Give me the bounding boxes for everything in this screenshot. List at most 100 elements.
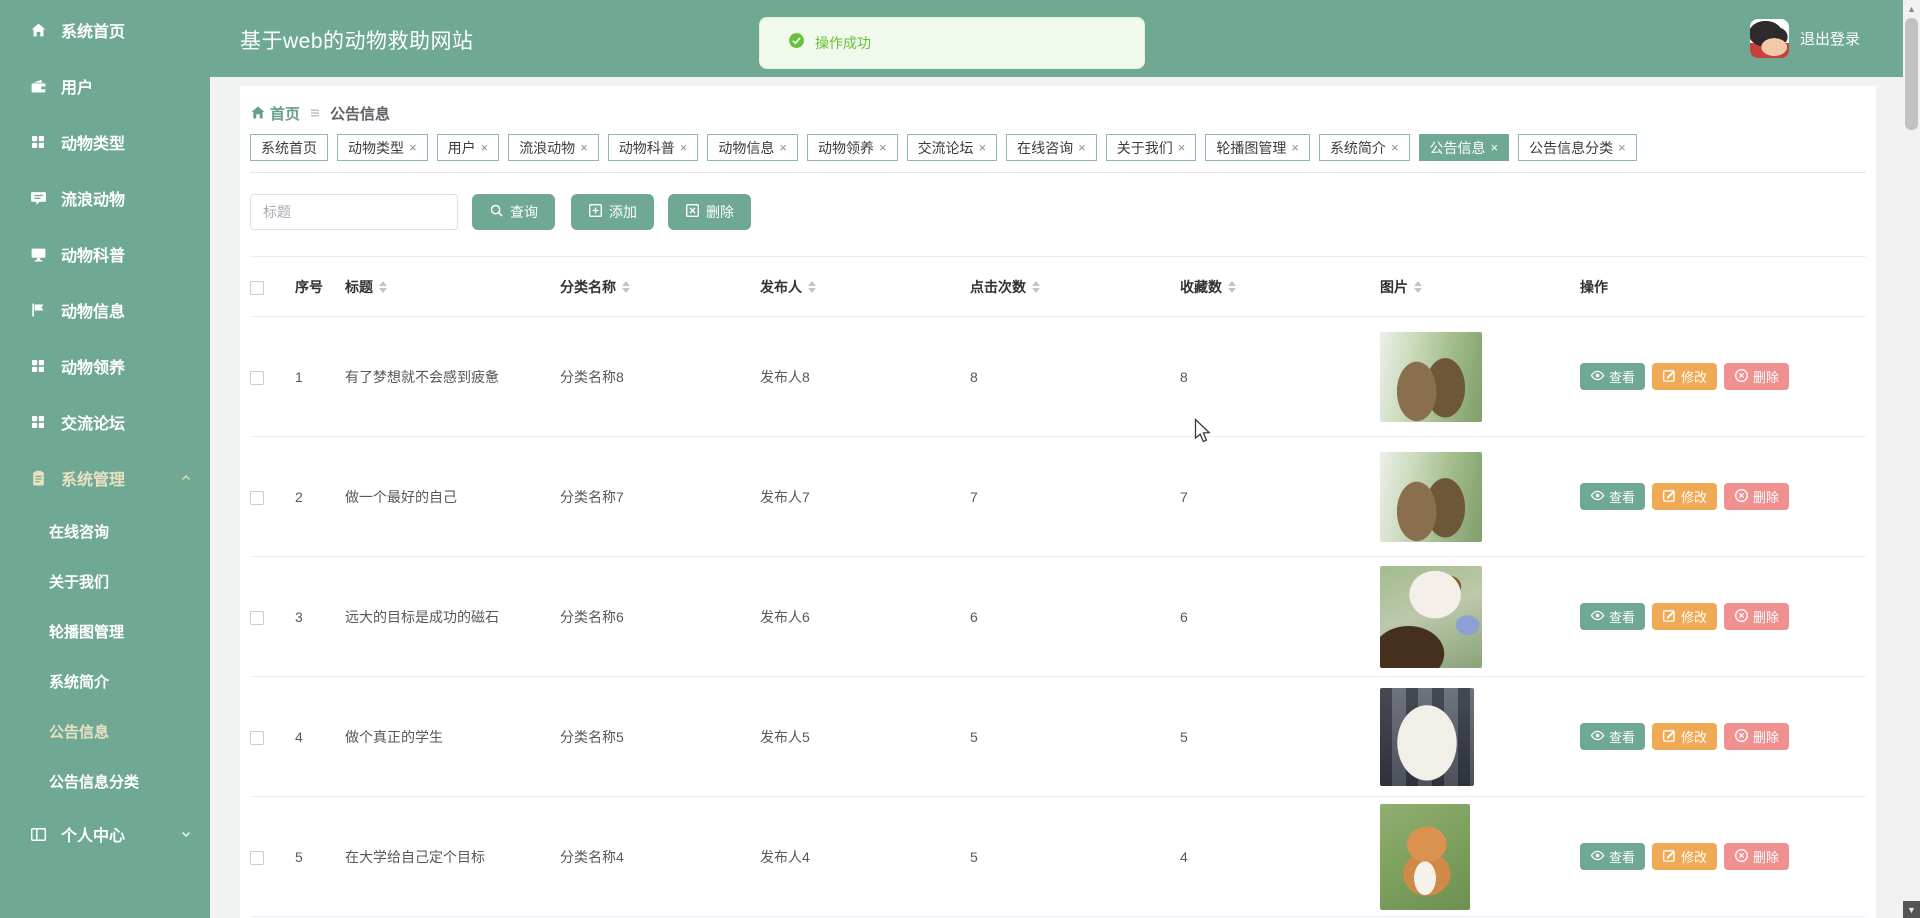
row-checkbox[interactable] [250,731,264,745]
column-header-label: 点击次数 [970,277,1026,297]
tab-notice-info[interactable]: 公告信息× [1419,134,1510,161]
sidebar-item-home[interactable]: 系统首页 [0,2,210,58]
sort-carets-icon[interactable] [379,281,387,293]
row-delete-button[interactable]: 删除 [1724,723,1789,750]
sidebar-item-animal-type[interactable]: 动物类型 [0,114,210,170]
sidebar-item-label: 动物科普 [61,242,125,266]
sort-carets-icon[interactable] [1414,281,1422,293]
delete-button[interactable]: 删除 [668,194,751,230]
breadcrumb-home-link[interactable]: 首页 [250,103,300,124]
row-actions: 查看修改删除 [1580,797,1866,917]
column-header[interactable]: 点击次数 [970,257,1180,317]
sidebar-item-users[interactable]: 用户 [0,58,210,114]
tab-close-icon[interactable]: × [580,140,588,155]
sidebar-subitem-about-us[interactable]: 关于我们 [0,556,210,606]
toast-message: 操作成功 [815,33,871,53]
tab-close-icon[interactable]: × [481,140,489,155]
column-header[interactable]: 标题 [345,257,560,317]
row-edit-button[interactable]: 修改 [1652,483,1717,510]
row-checkbox[interactable] [250,851,264,865]
row-delete-button[interactable]: 删除 [1724,483,1789,510]
row-checkbox[interactable] [250,611,264,625]
sort-carets-icon[interactable] [1032,281,1040,293]
row-delete-button[interactable]: 删除 [1724,843,1789,870]
sidebar-item-personal-center[interactable]: 个人中心 [0,806,210,862]
row-delete-button[interactable]: 删除 [1724,603,1789,630]
row-view-button-label: 查看 [1609,487,1635,506]
select-all-checkbox[interactable] [250,281,264,295]
tab-animal-science[interactable]: 动物科普× [608,134,699,161]
tab-close-icon[interactable]: × [779,140,787,155]
row-view-button[interactable]: 查看 [1580,843,1645,870]
sidebar-item-animal-adoption[interactable]: 动物领养 [0,338,210,394]
breadcrumb-home-label: 首页 [270,103,300,124]
tab-close-icon[interactable]: × [680,140,688,155]
sidebar-subitem-notice-category[interactable]: 公告信息分类 [0,756,210,806]
edit-icon [1662,368,1677,386]
tab-users[interactable]: 用户× [437,134,500,161]
query-button[interactable]: 查询 [472,194,555,230]
monitor-icon [30,246,48,263]
scrollbar-thumb[interactable] [1905,18,1918,130]
sidebar-item-system-manage[interactable]: 系统管理 [0,450,210,506]
row-publisher: 发布人4 [760,797,970,917]
sidebar-item-stray-animals[interactable]: 流浪动物 [0,170,210,226]
row-view-button-label: 查看 [1609,727,1635,746]
scroll-down-arrow-icon[interactable]: ▼ [1903,901,1920,918]
tab-carousel-manage[interactable]: 轮播图管理× [1205,134,1310,161]
tab-animal-info[interactable]: 动物信息× [707,134,798,161]
sort-carets-icon[interactable] [808,281,816,293]
column-header[interactable]: 收藏数 [1180,257,1380,317]
sort-carets-icon[interactable] [622,281,630,293]
tab-online-consult[interactable]: 在线咨询× [1006,134,1097,161]
column-header[interactable]: 发布人 [760,257,970,317]
tab-close-icon[interactable]: × [1391,140,1399,155]
tab-system-intro[interactable]: 系统简介× [1319,134,1410,161]
tab-close-icon[interactable]: × [879,140,887,155]
row-checkbox[interactable] [250,371,264,385]
row-view-button[interactable]: 查看 [1580,603,1645,630]
sidebar-item-forum[interactable]: 交流论坛 [0,394,210,450]
tab-close-icon[interactable]: × [1178,140,1186,155]
tab-forum[interactable]: 交流论坛× [907,134,998,161]
row-edit-button[interactable]: 修改 [1652,363,1717,390]
search-input[interactable] [250,194,458,230]
tab-animal-adoption[interactable]: 动物领养× [807,134,898,161]
sidebar-item-animal-info[interactable]: 动物信息 [0,282,210,338]
sidebar-subitem-online-consult[interactable]: 在线咨询 [0,506,210,556]
tab-close-icon[interactable]: × [979,140,987,155]
tab-close-icon[interactable]: × [409,140,417,155]
sidebar-item-animal-science[interactable]: 动物科普 [0,226,210,282]
tab-close-icon[interactable]: × [1291,140,1299,155]
tab-animal-type[interactable]: 动物类型× [337,134,428,161]
tab-home[interactable]: 系统首页 [250,134,328,161]
tab-notice-category[interactable]: 公告信息分类× [1518,134,1637,161]
sidebar-subitem-notice-info[interactable]: 公告信息 [0,706,210,756]
add-button[interactable]: 添加 [571,194,654,230]
row-edit-button[interactable]: 修改 [1652,843,1717,870]
row-view-button[interactable]: 查看 [1580,363,1645,390]
tab-about-us[interactable]: 关于我们× [1106,134,1197,161]
tab-close-icon[interactable]: × [1078,140,1086,155]
column-header[interactable]: 分类名称 [560,257,760,317]
avatar[interactable] [1750,19,1789,58]
row-actions: 查看修改删除 [1580,437,1866,557]
sort-carets-icon[interactable] [1228,281,1236,293]
row-view-button[interactable]: 查看 [1580,723,1645,750]
column-header[interactable]: 图片 [1380,257,1580,317]
column-header-label: 分类名称 [560,277,616,297]
tab-close-icon[interactable]: × [1491,140,1499,155]
sidebar-subitem-system-intro[interactable]: 系统简介 [0,656,210,706]
vertical-scrollbar[interactable]: ▲ ▼ [1903,0,1920,918]
sidebar-subitem-carousel-manage[interactable]: 轮播图管理 [0,606,210,656]
tab-close-icon[interactable]: × [1618,140,1626,155]
row-view-button[interactable]: 查看 [1580,483,1645,510]
scroll-up-arrow-icon[interactable]: ▲ [1903,0,1920,17]
row-edit-button[interactable]: 修改 [1652,603,1717,630]
tab-stray-animals[interactable]: 流浪动物× [508,134,599,161]
row-checkbox[interactable] [250,491,264,505]
row-edit-button[interactable]: 修改 [1652,723,1717,750]
logout-button[interactable]: 退出登录 [1750,19,1860,58]
row-delete-button[interactable]: 删除 [1724,363,1789,390]
row-publisher: 发布人5 [760,677,970,797]
